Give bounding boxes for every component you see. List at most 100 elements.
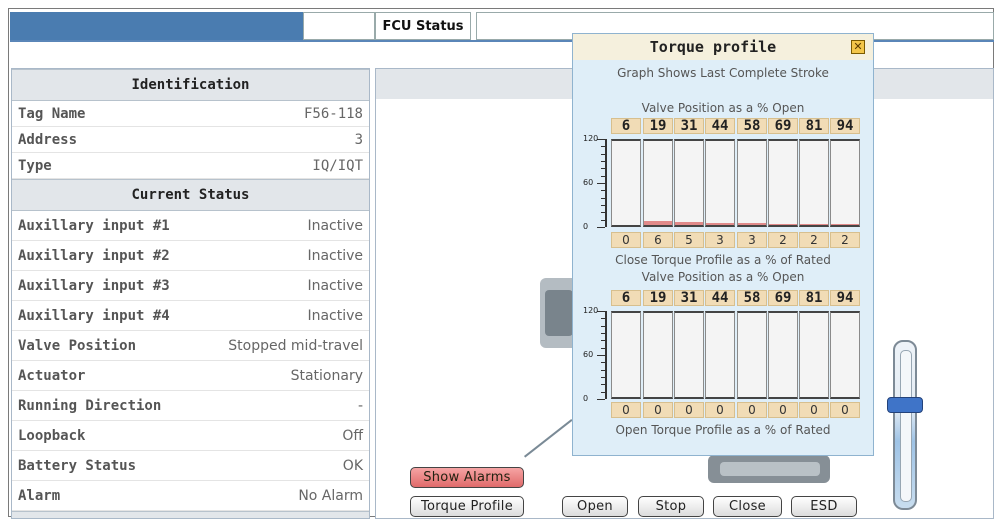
torque-bar-fill bbox=[644, 220, 672, 225]
row-value: Inactive bbox=[307, 307, 363, 324]
row-label: Auxillary input #3 bbox=[18, 277, 170, 294]
row-value: Inactive bbox=[307, 277, 363, 294]
y-tick bbox=[601, 362, 605, 364]
row-label: Auxillary input #4 bbox=[18, 307, 170, 324]
y-tick bbox=[601, 153, 605, 155]
stop-button[interactable]: Stop bbox=[638, 496, 704, 517]
torque-value-label: 0 bbox=[611, 402, 641, 418]
y-tick bbox=[601, 197, 605, 199]
valve-position-label: 69 bbox=[768, 118, 798, 134]
valve-position-label: 94 bbox=[830, 290, 860, 306]
torque-bar bbox=[611, 311, 641, 399]
status-row-valve-position: Valve Position Stopped mid-travel bbox=[12, 331, 369, 361]
y-tick bbox=[597, 227, 605, 228]
torque-value-label: 0 bbox=[674, 402, 704, 418]
torque-value-label: 6 bbox=[643, 232, 673, 248]
ident-row-address: Address 3 bbox=[12, 127, 369, 153]
row-value: F56-118 bbox=[303, 105, 363, 122]
y-axis bbox=[605, 311, 607, 399]
close-icon[interactable]: ✕ bbox=[851, 40, 865, 54]
torque-bar-fill bbox=[769, 223, 797, 225]
close-chart-footer: Close Torque Profile as a % of Rated bbox=[615, 253, 831, 267]
torque-value-label: 0 bbox=[611, 232, 641, 248]
torque-bar bbox=[643, 139, 673, 227]
row-label: Address bbox=[18, 131, 78, 148]
row-label: Battery Status bbox=[18, 457, 137, 474]
torque-value-label: 0 bbox=[705, 402, 735, 418]
torque-bar bbox=[737, 139, 767, 227]
torque-bar bbox=[768, 139, 798, 227]
torque-bar bbox=[674, 139, 704, 227]
y-tick bbox=[597, 183, 605, 184]
row-value: Inactive bbox=[307, 217, 363, 234]
valve-position-label: 19 bbox=[643, 118, 673, 134]
y-tick bbox=[597, 399, 605, 400]
status-row-aux-1: Auxillary input #1 Inactive bbox=[12, 211, 369, 241]
identification-heading: Identification bbox=[12, 69, 369, 101]
row-label: Auxillary input #2 bbox=[18, 247, 170, 264]
torque-bar bbox=[830, 139, 860, 227]
row-value: Inactive bbox=[307, 247, 363, 264]
header-blank-cell bbox=[303, 12, 375, 40]
close-button[interactable]: Close bbox=[713, 496, 782, 517]
y-tick-label: 60 bbox=[583, 350, 594, 359]
current-status-heading: Current Status bbox=[12, 179, 369, 211]
torque-bar bbox=[705, 311, 735, 399]
valve-position-label: 81 bbox=[799, 118, 829, 134]
valve-position-label: 81 bbox=[799, 290, 829, 306]
y-tick bbox=[601, 161, 605, 162]
torque-value-label: 2 bbox=[768, 232, 798, 248]
y-tick bbox=[597, 355, 605, 356]
header-blue-bar bbox=[10, 12, 303, 40]
torque-bar-fill bbox=[738, 222, 766, 225]
popup-title: Torque profile bbox=[649, 38, 777, 56]
y-tick bbox=[601, 391, 605, 393]
valve-position-label: 58 bbox=[737, 290, 767, 306]
valve-position-label: 94 bbox=[830, 118, 860, 134]
valve-position-label: 44 bbox=[705, 290, 735, 306]
row-label: Valve Position bbox=[18, 337, 137, 354]
y-tick bbox=[601, 205, 605, 206]
y-tick bbox=[601, 340, 605, 342]
row-label: Actuator bbox=[18, 367, 86, 384]
actuator-image-side-detail bbox=[545, 290, 573, 336]
show-alarms-button[interactable]: Show Alarms bbox=[410, 467, 524, 488]
row-value: - bbox=[357, 397, 363, 414]
y-tick bbox=[601, 212, 605, 214]
y-tick bbox=[601, 347, 605, 349]
row-label: Running Direction bbox=[18, 397, 162, 414]
row-value: OK bbox=[342, 457, 363, 474]
ident-row-tag-name: Tag Name F56-118 bbox=[12, 101, 369, 127]
valve-position-label: 69 bbox=[768, 290, 798, 306]
torque-value-label: 2 bbox=[799, 232, 829, 248]
torque-bar bbox=[737, 311, 767, 399]
open-chart-heading: Valve Position as a % Open bbox=[641, 270, 805, 284]
y-tick bbox=[601, 384, 605, 386]
ident-row-type: Type IQ/IQT bbox=[12, 153, 369, 179]
torque-bar bbox=[705, 139, 735, 227]
torque-profile-button[interactable]: Torque Profile bbox=[410, 496, 524, 517]
torque-bar bbox=[674, 311, 704, 399]
esd-button[interactable]: ESD bbox=[791, 496, 857, 517]
row-label: Tag Name bbox=[18, 105, 86, 122]
status-row-aux-3: Auxillary input #3 Inactive bbox=[12, 271, 369, 301]
valve-position-label: 6 bbox=[611, 118, 641, 134]
actuator-image-base-detail bbox=[720, 462, 820, 476]
status-row-battery: Battery Status OK bbox=[12, 451, 369, 481]
torque-bar bbox=[830, 311, 860, 399]
torque-value-label: 0 bbox=[830, 402, 860, 418]
valve-position-label: 6 bbox=[611, 290, 641, 306]
y-tick bbox=[601, 190, 605, 192]
y-tick-label: 60 bbox=[583, 178, 594, 187]
open-button[interactable]: Open bbox=[562, 496, 628, 517]
y-tick bbox=[601, 219, 605, 221]
torque-value-label: 0 bbox=[643, 402, 673, 418]
popup-subtitle: Graph Shows Last Complete Stroke bbox=[617, 66, 829, 80]
y-tick-label: 0 bbox=[583, 394, 589, 403]
torque-bar-fill bbox=[800, 223, 828, 225]
y-tick bbox=[601, 175, 605, 177]
y-axis bbox=[605, 139, 607, 227]
torque-value-label: 5 bbox=[674, 232, 704, 248]
row-value: 3 bbox=[354, 131, 363, 148]
position-slider-thumb[interactable] bbox=[887, 397, 923, 413]
